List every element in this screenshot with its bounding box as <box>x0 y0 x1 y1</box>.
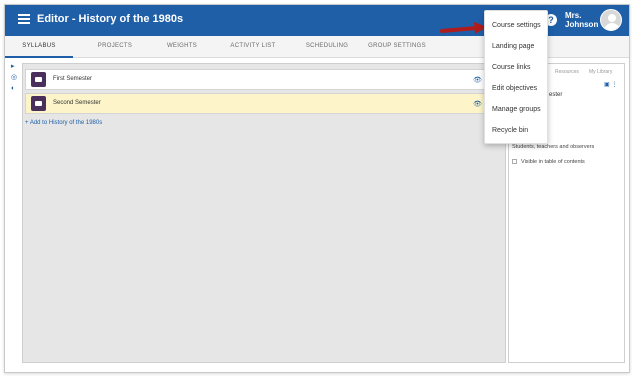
menu-item-course-settings[interactable]: Course settings <box>492 22 541 29</box>
page-title: Editor - History of the 1980s <box>37 13 184 25</box>
side-toolbar: ▸ ◎ ◐ <box>11 63 21 96</box>
tab-weights[interactable]: WEIGHTS <box>157 36 207 58</box>
syllabus-item-label: First Semester <box>53 76 93 82</box>
hamburger-icon[interactable] <box>18 14 30 26</box>
eye-icon[interactable]: 👁 <box>473 100 482 108</box>
target-icon[interactable]: ◎ <box>11 74 19 82</box>
syllabus-item-label: Second Semester <box>53 100 101 106</box>
folder-icon <box>31 96 46 111</box>
contrast-icon[interactable]: ◐ <box>11 85 19 93</box>
syllabus-item-second-semester[interactable]: Second Semester 👁 ✎ <box>25 93 503 114</box>
tab-my-library[interactable]: My Library <box>589 69 612 75</box>
user-name-line2: Johnson <box>565 20 599 29</box>
add-item-link[interactable]: + Add to History of the 1980s <box>25 120 102 126</box>
avatar[interactable] <box>600 9 622 31</box>
visible-in-toc-checkbox[interactable]: Visible in table of contents <box>512 159 585 165</box>
image-icon[interactable]: ▣ <box>604 82 610 88</box>
syllabus-area: First Semester 👁 ✎ Second Semester 👁 ✎ +… <box>22 63 506 363</box>
panel-title: ester <box>549 92 563 98</box>
menu-item-manage-groups[interactable]: Manage groups <box>492 106 541 113</box>
tab-scheduling[interactable]: SCHEDULING <box>297 36 357 58</box>
menu-item-recycle-bin[interactable]: Recycle bin <box>492 127 528 134</box>
pointer-arrow-icon <box>440 22 487 34</box>
settings-dropdown-menu: Course settings Landing page Course link… <box>484 10 548 144</box>
tab-group-settings[interactable]: GROUP SETTINGS <box>365 36 429 58</box>
checkbox-label: Visible in table of contents <box>521 159 585 165</box>
tab-syllabus[interactable]: SYLLABUS <box>5 36 73 58</box>
menu-item-course-links[interactable]: Course links <box>492 64 531 71</box>
more-icon[interactable]: ⋮ <box>611 82 617 88</box>
eye-icon[interactable]: 👁 <box>473 76 482 84</box>
tab-resources[interactable]: Resources <box>555 69 579 75</box>
expand-icon[interactable]: ▸ <box>11 63 19 71</box>
menu-item-edit-objectives[interactable]: Edit objectives <box>492 85 537 92</box>
tab-activity-list[interactable]: ACTIVITY LIST <box>223 36 283 58</box>
menu-item-landing-page[interactable]: Landing page <box>492 43 534 50</box>
user-name-line1: Mrs. <box>565 11 582 20</box>
tab-projects[interactable]: PROJECTS <box>85 36 145 58</box>
add-item-label: Add to History of the 1980s <box>29 120 103 126</box>
folder-icon <box>31 72 46 87</box>
syllabus-item-first-semester[interactable]: First Semester 👁 ✎ <box>25 69 503 90</box>
checkbox[interactable] <box>512 159 517 165</box>
app-window: Editor - History of the 1980s ? Mrs. Joh… <box>4 4 630 373</box>
visibility-text: Students, teachers and observers <box>512 144 595 150</box>
user-name[interactable]: Mrs. Johnson <box>565 11 598 29</box>
panel-actions: ▣ ⋮ <box>604 81 617 88</box>
